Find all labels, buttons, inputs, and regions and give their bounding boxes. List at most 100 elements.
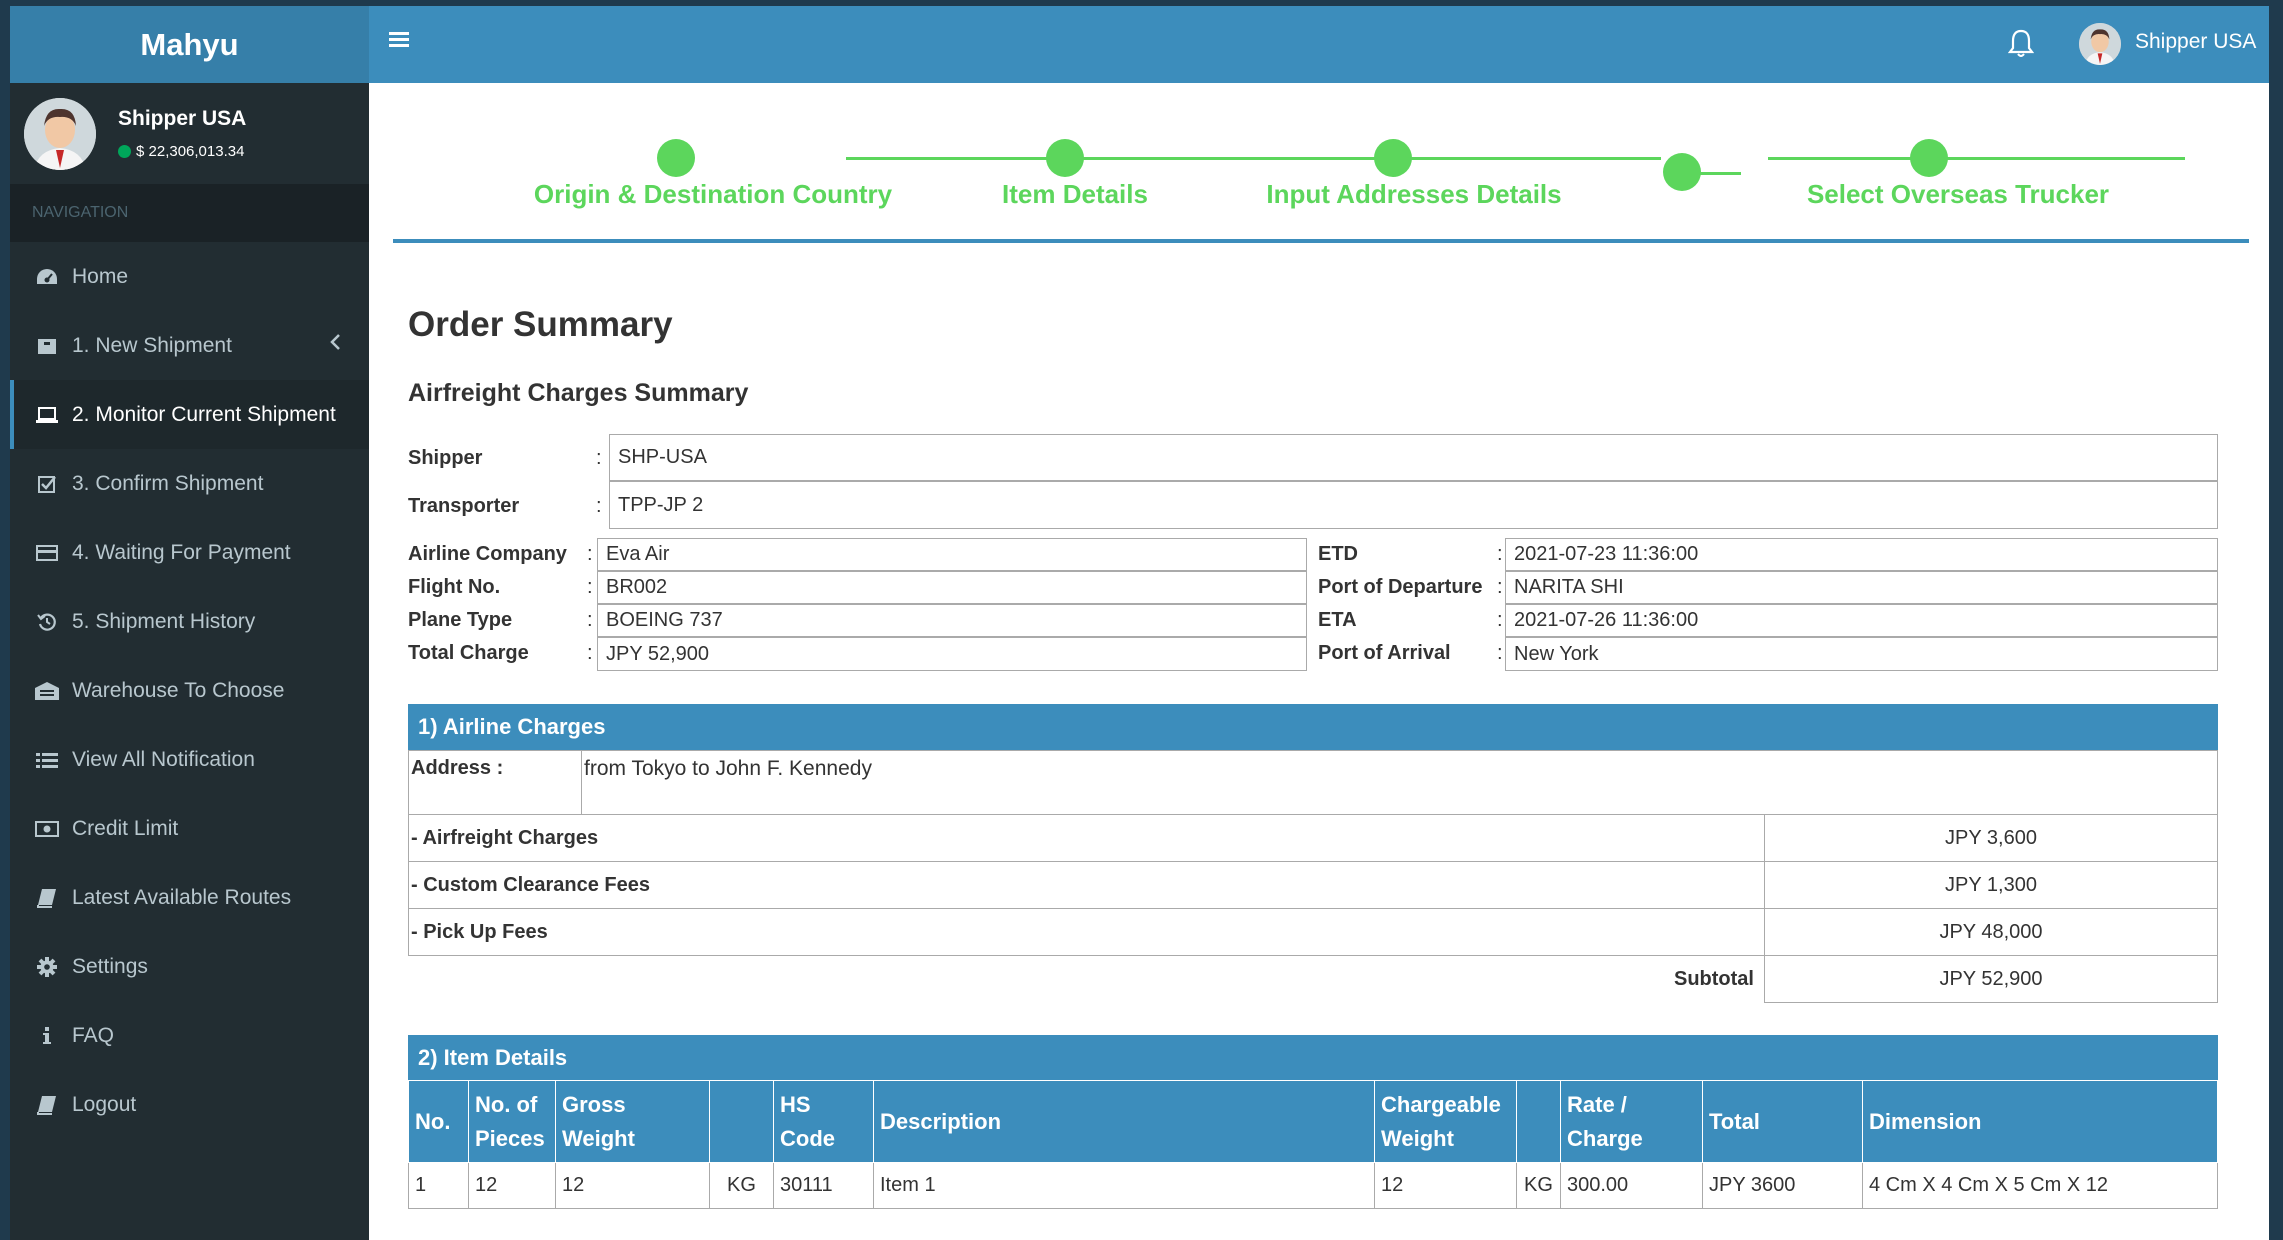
sidebar-item-warehouse[interactable]: Warehouse To Choose bbox=[10, 656, 369, 725]
app-logo[interactable]: Mahyu bbox=[10, 6, 369, 83]
sidebar-item-routes[interactable]: Latest Available Routes bbox=[10, 863, 369, 932]
bell-icon[interactable] bbox=[2007, 28, 2035, 63]
sidebar-item-new-shipment[interactable]: 1. New Shipment bbox=[10, 311, 369, 380]
sidebar-item-label: Logout bbox=[72, 1092, 137, 1116]
sidebar-item-label: 2. Monitor Current Shipment bbox=[72, 402, 336, 426]
airline-charges-header: 1) Airline Charges bbox=[408, 704, 2218, 750]
balance: $ 22,306,013.34 bbox=[118, 143, 246, 160]
address-value: from Tokyo to John F. Kennedy bbox=[581, 750, 2218, 815]
table-cell: 300.00 bbox=[1560, 1162, 1703, 1209]
total-charge-label: Total Charge bbox=[408, 642, 529, 664]
airline-charges-table: Address : from Tokyo to John F. Kennedy … bbox=[408, 750, 2218, 1003]
transporter-field: TPP-JP 2 bbox=[609, 481, 2218, 529]
shipper-label: Shipper bbox=[408, 447, 483, 469]
plane-type-label: Plane Type bbox=[408, 609, 513, 631]
sidebar-item-notifications[interactable]: View All Notification bbox=[10, 725, 369, 794]
table-cell: 12 bbox=[468, 1162, 556, 1209]
column-header: Total bbox=[1702, 1080, 1863, 1163]
header-user-name[interactable]: Shipper USA bbox=[2135, 30, 2256, 54]
sidebar-item-shipment-history[interactable]: 5. Shipment History bbox=[10, 587, 369, 656]
sidebar: Mahyu Shipper USA $ 22,306,013.34 NAVIGA… bbox=[10, 6, 369, 1240]
avatar bbox=[24, 97, 96, 170]
step-dot[interactable] bbox=[1663, 153, 1701, 191]
colon: : bbox=[1497, 576, 1503, 598]
total-charge-field: JPY 52,900 bbox=[597, 637, 1307, 671]
progress-stepper: Origin & Destination Country Item Detail… bbox=[393, 83, 2249, 243]
table-cell: Item 1 bbox=[873, 1162, 1375, 1209]
shipper-field: SHP-USA bbox=[609, 434, 2218, 481]
step-dot[interactable] bbox=[657, 139, 695, 177]
step-label[interactable]: Origin & Destination Country bbox=[534, 179, 892, 210]
section-subtitle: Airfreight Charges Summary bbox=[408, 379, 749, 407]
column-header: Dimension bbox=[1862, 1080, 2218, 1163]
hamburger-menu-icon[interactable] bbox=[389, 30, 411, 55]
step-label[interactable]: Select Overseas Trucker bbox=[1807, 179, 2109, 210]
subtotal-label: Subtotal bbox=[1674, 967, 1754, 990]
charge-value: JPY 48,000 bbox=[1764, 908, 2218, 956]
sidebar-item-logout[interactable]: Logout bbox=[10, 1070, 369, 1139]
table-cell: 30111 bbox=[773, 1162, 874, 1209]
port-of-arrival-field: New York bbox=[1505, 637, 2218, 671]
table-cell: 1 bbox=[408, 1162, 469, 1209]
sidebar-item-label: 4. Waiting For Payment bbox=[72, 540, 291, 564]
charge-label: - Pick Up Fees bbox=[408, 908, 1765, 956]
table-cell: JPY 3600 bbox=[1702, 1162, 1863, 1209]
money-icon bbox=[34, 816, 60, 842]
colon: : bbox=[587, 609, 593, 631]
port-of-departure-label: Port of Departure bbox=[1318, 576, 1483, 598]
subtotal-value: JPY 52,900 bbox=[1764, 955, 2218, 1003]
sidebar-item-confirm-shipment[interactable]: 3. Confirm Shipment bbox=[10, 449, 369, 518]
step-dot[interactable] bbox=[1910, 139, 1948, 177]
column-header: No. of Pieces bbox=[468, 1080, 556, 1163]
step-dot[interactable] bbox=[1046, 139, 1084, 177]
chevron-left-icon[interactable] bbox=[329, 333, 341, 357]
eta-field: 2021-07-26 11:36:00 bbox=[1505, 604, 2218, 637]
port-of-arrival-label: Port of Arrival bbox=[1318, 642, 1451, 664]
step-label[interactable]: Input Addresses Details bbox=[1266, 179, 1561, 210]
table-cell: 4 Cm X 4 Cm X 5 Cm X 12 bbox=[1862, 1162, 2218, 1209]
plane-type-field: BOEING 737 bbox=[597, 604, 1307, 637]
table-cell: 12 bbox=[1374, 1162, 1517, 1209]
sidebar-item-settings[interactable]: Settings bbox=[10, 932, 369, 1001]
column-header: Rate / Charge bbox=[1560, 1080, 1703, 1163]
charge-label: - Airfreight Charges bbox=[408, 814, 1765, 862]
colon: : bbox=[596, 447, 602, 469]
page-title: Order Summary bbox=[408, 305, 673, 344]
sidebar-item-label: Settings bbox=[72, 954, 148, 978]
top-header: Shipper USA bbox=[369, 6, 2269, 83]
sidebar-item-label: FAQ bbox=[72, 1023, 115, 1047]
credit-card-icon bbox=[34, 540, 60, 566]
flight-no-field: BR002 bbox=[597, 571, 1307, 604]
table-row: 1 12 12 KG 30111 Item 1 12 KG 300.00 JPY… bbox=[408, 1162, 2218, 1209]
address-label: Address : bbox=[408, 750, 582, 815]
column-header bbox=[709, 1080, 774, 1163]
colon: : bbox=[587, 576, 593, 598]
avatar[interactable] bbox=[2079, 23, 2121, 65]
table-row: - Pick Up Fees JPY 48,000 bbox=[408, 908, 2218, 956]
box-icon bbox=[34, 333, 60, 359]
sidebar-item-home[interactable]: Home bbox=[10, 242, 369, 311]
sidebar-item-monitor-shipment[interactable]: 2. Monitor Current Shipment bbox=[10, 380, 369, 449]
sidebar-item-waiting-payment[interactable]: 4. Waiting For Payment bbox=[10, 518, 369, 587]
step-label[interactable]: Item Details bbox=[1002, 179, 1148, 210]
sidebar-item-faq[interactable]: FAQ bbox=[10, 1001, 369, 1070]
charge-value: JPY 1,300 bbox=[1764, 861, 2218, 909]
eta-label: ETA bbox=[1318, 609, 1357, 631]
table-row: - Airfreight Charges JPY 3,600 bbox=[408, 814, 2218, 862]
online-status-icon bbox=[118, 145, 131, 158]
step-dot[interactable] bbox=[1374, 139, 1412, 177]
colon: : bbox=[1497, 543, 1503, 565]
column-header: Gross Weight bbox=[555, 1080, 710, 1163]
flight-no-label: Flight No. bbox=[408, 576, 501, 598]
balance-amount: $ 22,306,013.34 bbox=[136, 143, 245, 160]
charge-value: JPY 3,600 bbox=[1764, 814, 2218, 862]
colon: : bbox=[1497, 642, 1503, 664]
sidebar-item-credit-limit[interactable]: Credit Limit bbox=[10, 794, 369, 863]
sidebar-item-label: 1. New Shipment bbox=[72, 333, 232, 357]
column-header: Description bbox=[873, 1080, 1375, 1163]
column-header: Chargeable Weight bbox=[1374, 1080, 1517, 1163]
book-icon bbox=[34, 1092, 60, 1118]
sidebar-item-label: Home bbox=[72, 264, 129, 288]
stepper-line bbox=[1768, 157, 2185, 160]
warehouse-icon bbox=[34, 678, 60, 704]
